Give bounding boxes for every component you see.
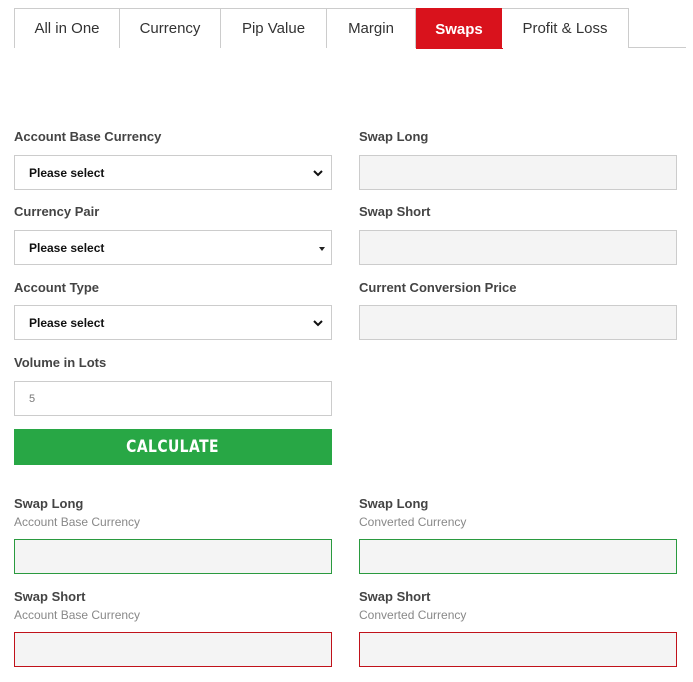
tab-profit-loss[interactable]: Profit & Loss <box>502 8 629 48</box>
result-swap-long-base-sublabel: Account Base Currency <box>14 515 141 529</box>
result-swap-short-converted-field <box>359 632 677 667</box>
tab-swaps[interactable]: Swaps <box>416 8 503 49</box>
conversion-price-label: Current Conversion Price <box>359 280 517 295</box>
volume-label: Volume in Lots <box>14 355 107 370</box>
tab-currency[interactable]: Currency <box>120 8 221 48</box>
result-swap-short-converted-sublabel: Converted Currency <box>359 608 467 622</box>
currency-pair-value: Please select <box>29 240 105 255</box>
result-swap-short-converted-label: Swap Short <box>359 589 431 604</box>
caret-down-icon <box>319 247 325 251</box>
account-base-currency-select[interactable]: Please select <box>14 155 332 190</box>
result-swap-short-base-sublabel: Account Base Currency <box>14 608 141 622</box>
result-swap-long-converted-sublabel: Converted Currency <box>359 515 467 529</box>
swap-short-label: Swap Short <box>359 204 431 219</box>
swap-long-field <box>359 155 677 190</box>
tab-pip-value[interactable]: Pip Value <box>221 8 327 48</box>
calculator-tabs: All in One Currency Pip Value Margin Swa… <box>14 8 686 49</box>
account-base-currency-value: Please select <box>29 165 105 180</box>
account-type-select[interactable]: Please select <box>14 305 332 340</box>
result-swap-short-base-label: Swap Short <box>14 589 86 604</box>
currency-pair-label: Currency Pair <box>14 204 100 219</box>
calculate-label: CALCULATE <box>126 437 220 457</box>
chevron-down-icon <box>313 169 323 176</box>
tab-margin[interactable]: Margin <box>327 8 416 48</box>
chevron-down-icon <box>313 319 323 326</box>
volume-input[interactable]: 5 <box>14 381 332 416</box>
result-swap-long-converted-label: Swap Long <box>359 496 429 511</box>
tab-all-in-one[interactable]: All in One <box>14 8 120 48</box>
calculate-button[interactable]: CALCULATE <box>14 429 332 465</box>
account-type-label: Account Type <box>14 280 99 295</box>
result-swap-long-base-label: Swap Long <box>14 496 84 511</box>
swap-long-label: Swap Long <box>359 129 429 144</box>
result-swap-long-base-field <box>14 539 332 574</box>
account-type-value: Please select <box>29 315 105 330</box>
conversion-price-field <box>359 305 677 340</box>
result-swap-short-base-field <box>14 632 332 667</box>
account-base-currency-label: Account Base Currency <box>14 129 162 144</box>
currency-pair-select[interactable]: Please select <box>14 230 332 265</box>
result-swap-long-converted-field <box>359 539 677 574</box>
swap-short-field <box>359 230 677 265</box>
